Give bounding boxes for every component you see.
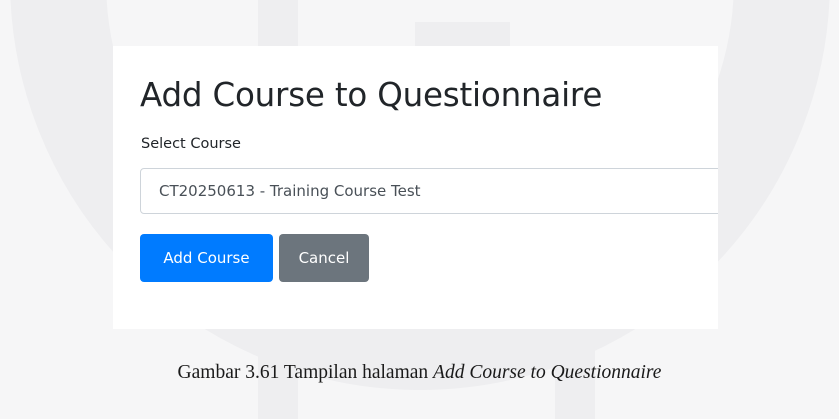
caption-prefix: Gambar 3.61 Tampilan halaman	[177, 362, 434, 383]
cancel-button[interactable]: Cancel	[279, 234, 369, 282]
selected-course-value: CT20250613 - Training Course Test	[159, 182, 421, 200]
course-select[interactable]: CT20250613 - Training Course Test	[140, 168, 718, 214]
watermark-bar-shape	[258, 0, 298, 46]
form-panel: Add Course to Questionnaire Select Cours…	[113, 46, 718, 329]
add-course-button[interactable]: Add Course	[140, 234, 273, 282]
page-title: Add Course to Questionnaire	[140, 76, 603, 114]
caption-emphasis: Add Course to Questionnaire	[433, 362, 662, 383]
figure-caption: Gambar 3.61 Tampilan halaman Add Course …	[0, 362, 839, 384]
watermark-bar-shape	[415, 22, 510, 46]
select-course-label: Select Course	[141, 136, 241, 152]
